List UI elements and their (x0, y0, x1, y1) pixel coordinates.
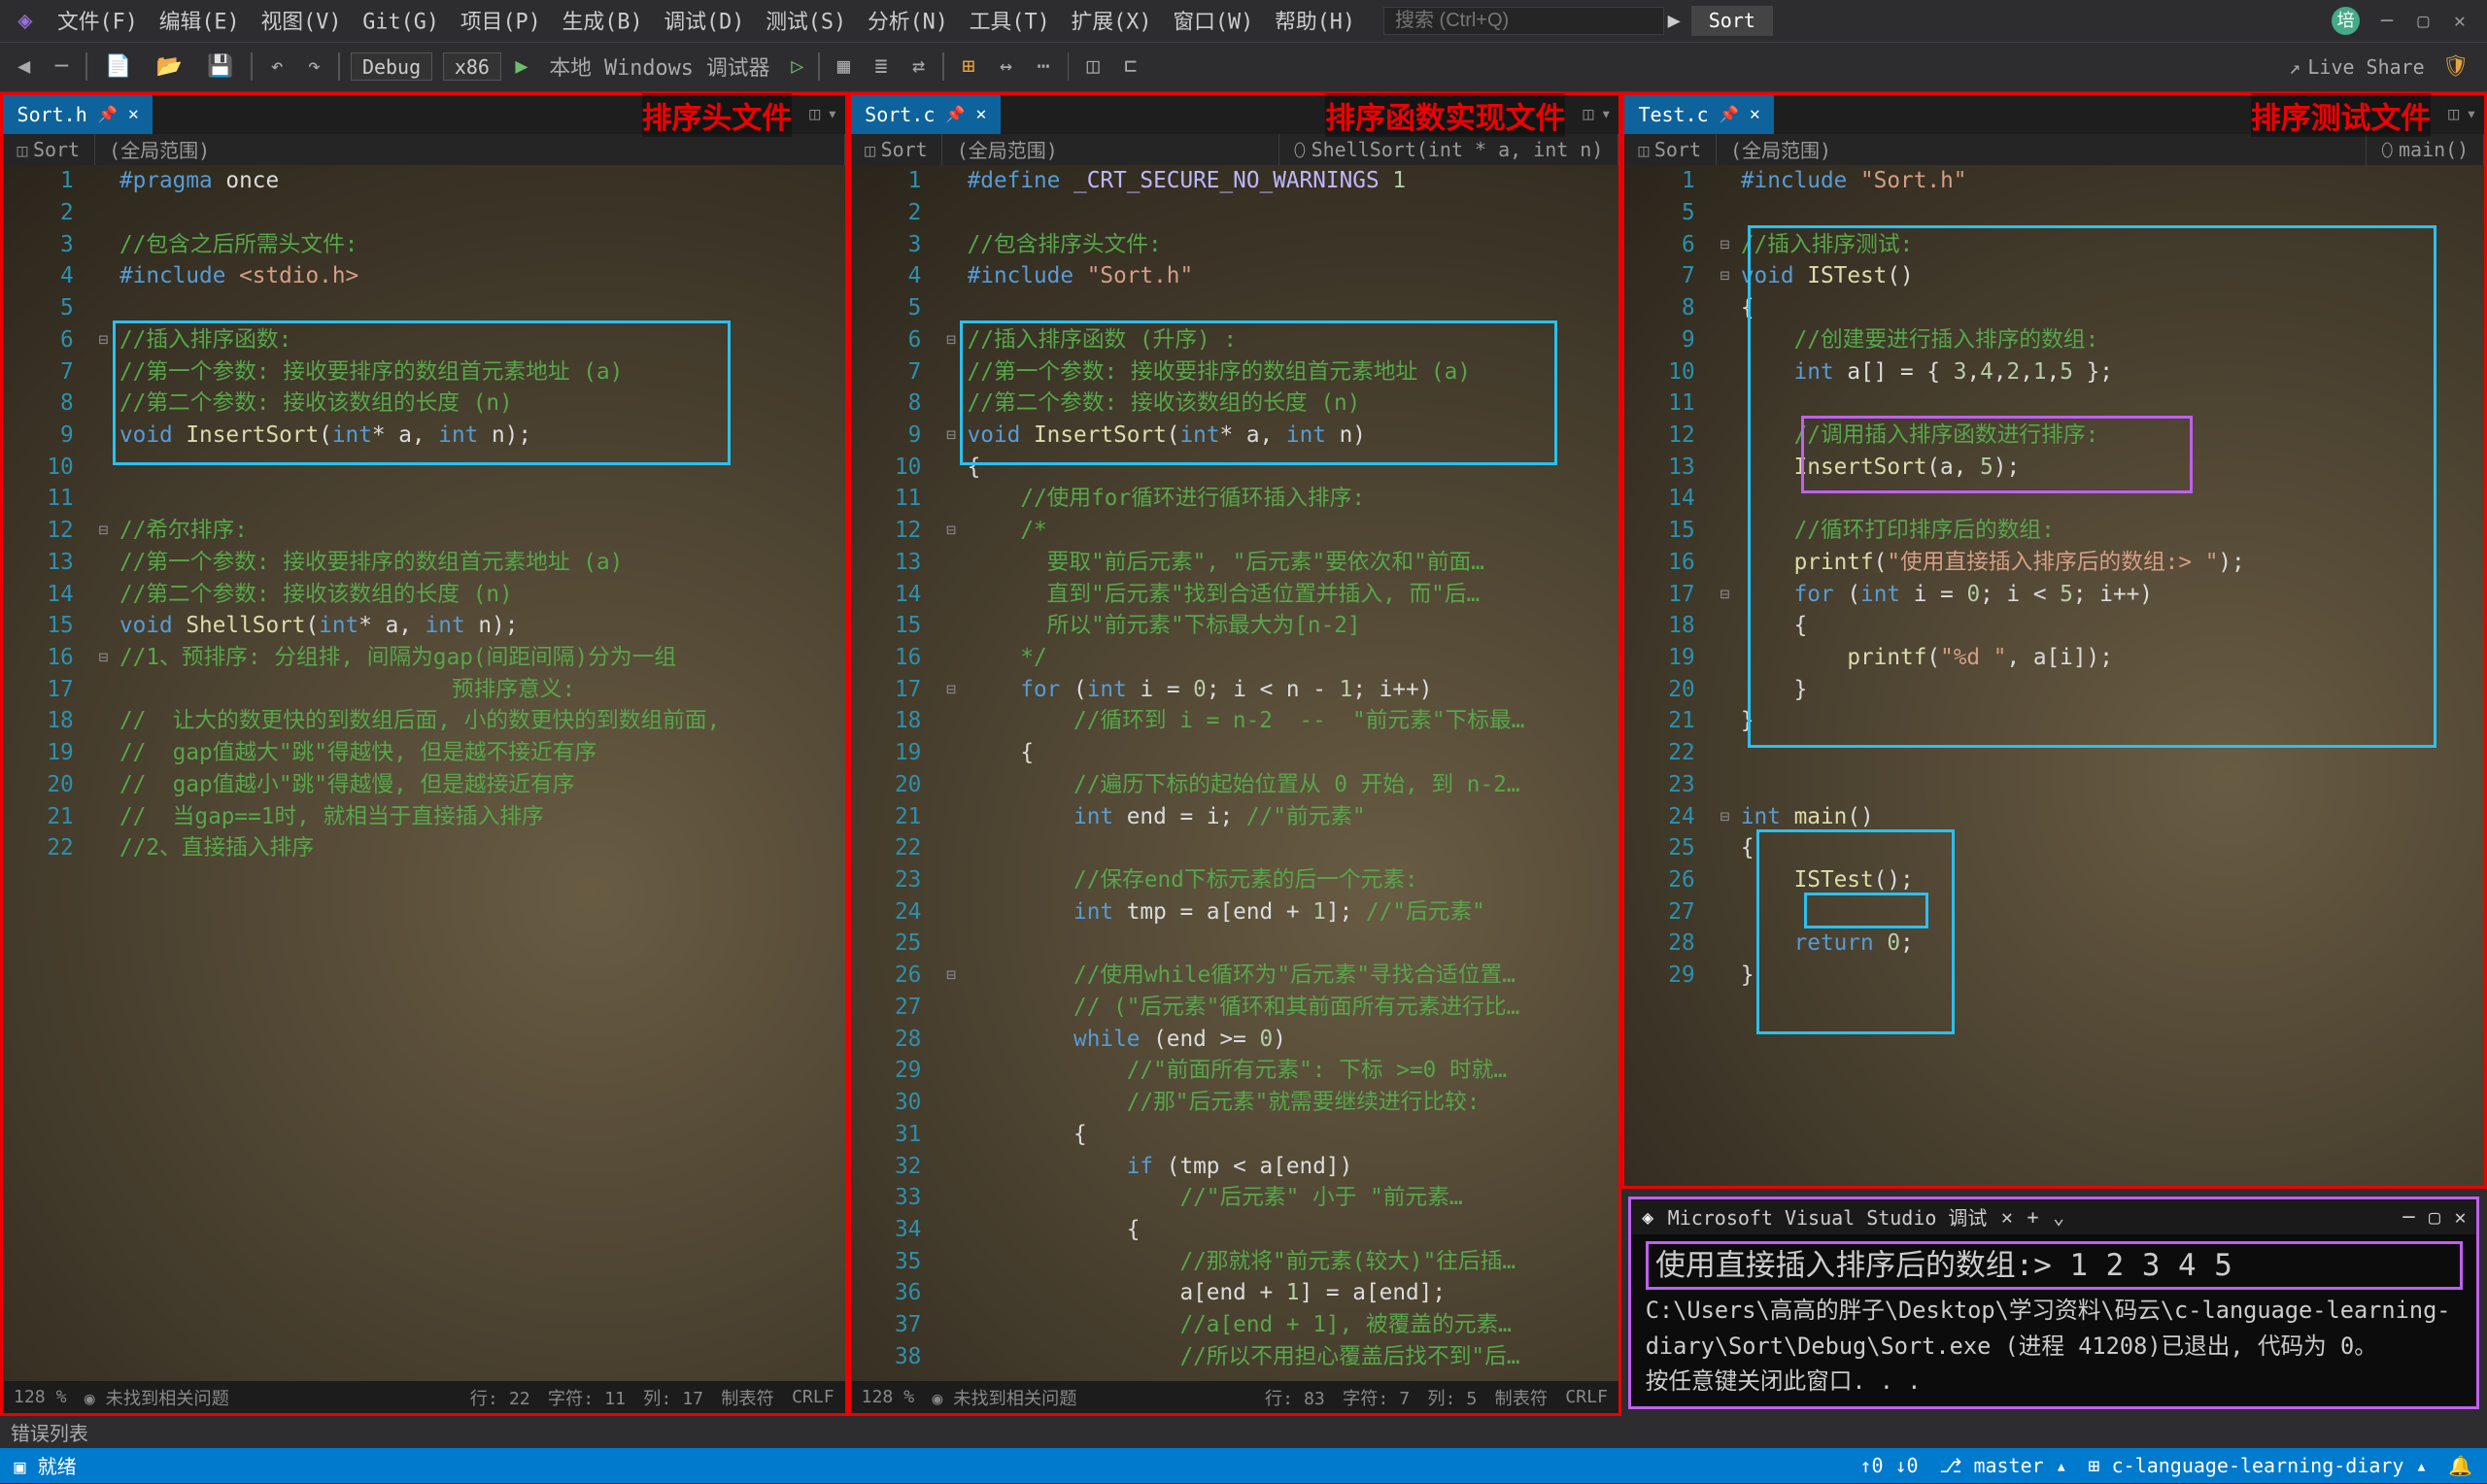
back-icon[interactable]: ◀ (11, 51, 38, 82)
menu-item[interactable]: 窗口(W) (1162, 7, 1264, 38)
debugger-label[interactable]: 本地 Windows 调试器 (542, 48, 777, 84)
config-dropdown[interactable]: Debug (351, 52, 432, 82)
status-line: 128 %◉ 未找到相关问题 行: 22字符: 11列: 17制表符CRLF (3, 1381, 845, 1413)
toolbar: ◀ ─ 📄 📂 💾 ↶ ↷ Debug x86 ▶ 本地 Windows 调试器… (0, 43, 2487, 92)
menu-item[interactable]: 生成(B) (552, 7, 654, 38)
menu-item[interactable]: 扩展(X) (1061, 7, 1163, 38)
console-output-highlight: 使用直接插入排序后的数组:> 1 2 3 4 5 (1646, 1241, 2463, 1290)
nav-project[interactable]: Sort (851, 134, 943, 166)
code-editor[interactable]: 1234567891011121314151617181920212223242… (851, 165, 1618, 1381)
tab-test-c[interactable]: Test.c📌✕ (1624, 95, 1774, 134)
tb-icon-8[interactable]: ⊏ (1117, 51, 1144, 82)
menubar: ◈ 文件(F)编辑(E)视图(V)Git(G)项目(P)生成(B)调试(D)测试… (0, 0, 2487, 43)
avatar[interactable]: 培 (2332, 7, 2360, 35)
start-debug-icon[interactable]: ▶ (515, 54, 528, 79)
editor-pane-test-c: Test.c📌✕ 排序测试文件 ◫▾ Sort (全局范围) ⬯ main() … (1621, 92, 2487, 1417)
redo-icon[interactable]: ↷ (301, 51, 328, 82)
nav-project[interactable]: Sort (1624, 134, 1717, 166)
annotation-label: 排序头文件 (642, 93, 792, 137)
debug-console: ◈ Microsoft Visual Studio 调试 ✕ + ⌄ ─ ▢ ✕… (1628, 1197, 2479, 1409)
maximize-icon[interactable]: ▢ (2429, 1205, 2440, 1229)
nav-scope[interactable]: (全局范围) (942, 134, 1279, 166)
code-editor[interactable]: 1567891011121314151617181920212223242526… (1624, 165, 2484, 1186)
tb-icon-7[interactable]: ◫ (1079, 51, 1107, 82)
sort-button[interactable]: Sort (1691, 6, 1773, 36)
open-icon[interactable]: 📂 (149, 51, 189, 82)
platform-dropdown[interactable]: x86 (443, 52, 501, 82)
annotation-label: 排序测试文件 (2251, 93, 2431, 137)
editor-pane-sort-c: Sort.c📌✕ 排序函数实现文件 ◫▾ Sort (全局范围) ⬯ Shell… (848, 92, 1621, 1417)
git-changes[interactable]: ↑0 ↓0 (1859, 1454, 1918, 1477)
menu-item[interactable]: 文件(F) (47, 7, 149, 38)
bottom-tabs[interactable]: 错误列表 (0, 1416, 2487, 1448)
close-icon[interactable]: ✕ (2001, 1205, 2013, 1229)
tb-icon-2[interactable]: ≣ (868, 51, 895, 82)
menu-item[interactable]: 视图(V) (251, 7, 353, 38)
nav-func[interactable]: ⬯ ShellSort(int * a, int n) (1279, 134, 1618, 166)
nav-scope[interactable]: (全局范围) (95, 134, 845, 166)
menu-item[interactable]: 测试(S) (755, 7, 857, 38)
vs-logo-icon: ◈ (7, 6, 43, 35)
status-ready: ▣ 就绪 (15, 1451, 77, 1479)
menu-item[interactable]: 分析(N) (857, 7, 959, 38)
git-branch[interactable]: ⎇ master ▴ (1939, 1454, 2066, 1477)
liveshare-button[interactable]: ↗ Live Share (2289, 55, 2425, 79)
menu-item[interactable]: 帮助(H) (1264, 7, 1366, 38)
tb-icon-5[interactable]: ↔ (993, 51, 1020, 82)
tb-icon-1[interactable]: ▦ (831, 51, 858, 82)
tab-sort-c[interactable]: Sort.c📌✕ (851, 95, 1001, 134)
tb-icon-6[interactable]: ⋯ (1030, 51, 1057, 82)
search-go-icon[interactable]: ▶ (1668, 9, 1681, 33)
search-input[interactable] (1383, 7, 1664, 35)
admin-icon[interactable]: 🛡 (2436, 51, 2476, 82)
annotation-label: 排序函数实现文件 (1325, 93, 1565, 137)
vs-icon: ◈ (1642, 1205, 1653, 1229)
code-editor[interactable]: 12345678910111213141516171819202122 ⊟⊟⊟ … (3, 165, 845, 1381)
save-icon[interactable]: 💾 (200, 51, 241, 82)
console-output: C:\Users\高高的胖子\Desktop\学习资料\码云\c-languag… (1646, 1293, 2463, 1399)
statusbar: ▣ 就绪 ↑0 ↓0 ⎇ master ▴ ⊞ c-language-learn… (0, 1448, 2487, 1483)
close-icon[interactable]: ✕ (2454, 9, 2466, 32)
menu-item[interactable]: 工具(T) (959, 7, 1061, 38)
git-repo[interactable]: ⊞ c-language-learning-diary ▴ (2089, 1454, 2428, 1477)
tb-icon-4[interactable]: ⊞ (955, 51, 982, 82)
close-window-icon[interactable]: ✕ (2455, 1205, 2467, 1229)
menu-item[interactable]: 项目(P) (450, 7, 552, 38)
close-icon[interactable]: ✕ (128, 104, 139, 124)
menu-item[interactable]: Git(G) (352, 7, 450, 38)
menu-item[interactable]: 调试(D) (654, 7, 756, 38)
undo-icon[interactable]: ↶ (263, 51, 290, 82)
minimize-icon[interactable]: ─ (2402, 1205, 2414, 1229)
nav-project[interactable]: Sort (3, 134, 95, 166)
console-title: Microsoft Visual Studio 调试 (1668, 1202, 1988, 1231)
maximize-icon[interactable]: ▢ (2417, 9, 2429, 32)
new-tab-icon[interactable]: + (2027, 1205, 2039, 1229)
nav-scope[interactable]: (全局范围) (1717, 134, 2368, 166)
tab-sort-h[interactable]: Sort.h📌✕ (3, 95, 153, 134)
menu-item[interactable]: 编辑(E) (149, 7, 251, 38)
pin-icon[interactable]: 📌 (98, 105, 118, 123)
new-icon[interactable]: 📄 (98, 51, 139, 82)
forward-icon[interactable]: ─ (48, 51, 75, 82)
minimize-icon[interactable]: ─ (2381, 9, 2393, 32)
notifications-icon[interactable]: 🔔 (2448, 1454, 2472, 1477)
dropdown-icon[interactable]: ▾ (827, 104, 837, 124)
split-icon[interactable]: ◫ (809, 104, 820, 124)
nav-func[interactable]: ⬯ main() (2367, 134, 2483, 166)
start-nodebug-icon[interactable]: ▷ (791, 54, 803, 79)
editor-pane-sort-h: Sort.h📌✕ 排序头文件 ◫▾ Sort (全局范围) 1234567891… (0, 92, 848, 1417)
tb-icon-3[interactable]: ⇄ (905, 51, 933, 82)
